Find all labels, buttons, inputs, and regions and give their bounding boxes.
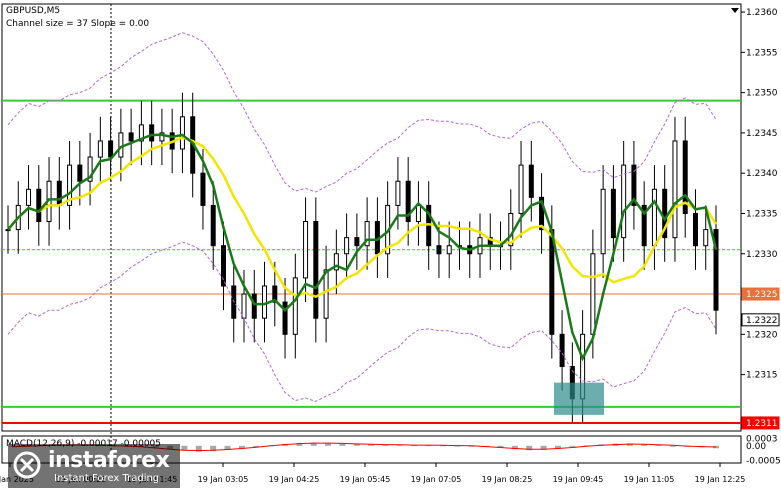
candle-body [703,229,709,247]
instaforex-logo: instaforex Instant Forex Trading [8,444,180,488]
candle-body [313,221,319,319]
candle-body [415,204,421,223]
candle-body [549,229,555,335]
candle-body [323,269,329,319]
macd-histogram-bar [569,445,576,447]
candle-body [262,285,268,319]
time-tick-label: 19 Jan 12:25 [695,475,746,484]
candle-body [344,237,350,255]
symbol-label: GBPUSD,M5 [6,6,60,16]
indicator-label: Channel size = 37 Slope = 0.00 [6,19,149,29]
price-plot-frame [1,3,742,432]
candle-body [651,188,657,247]
candle-body [97,140,103,158]
price-tick-label: 1.2340 [746,169,778,179]
candle-body [395,180,401,206]
candle-body [108,140,114,158]
candle-body [559,333,565,368]
candle-body [241,293,247,319]
time-tick-label: 19 Jan 11:05 [624,475,675,484]
candle-body [292,277,298,335]
price-tick-label: 1.2315 [746,371,778,381]
candle-body [436,245,442,255]
candle-body [26,188,32,206]
time-tick-label: 19 Jan 07:05 [411,475,462,484]
price-marker-label: 1.2325 [746,290,778,300]
time-tick-label: 19 Jan 09:45 [553,475,604,484]
candle-body [446,245,452,255]
time-tick-label: 19 Jan 08:25 [482,475,533,484]
price-marker: 1.2322 [741,313,780,327]
price-marker: 1.2325 [741,287,780,301]
macd-tick-label: 0.00 [746,442,766,452]
candle-body [303,221,309,279]
candle-body [610,188,616,239]
candle-body [149,124,155,142]
candle-body [200,172,206,206]
logo-mark-icon [13,451,41,479]
candle-body [528,164,534,198]
price-tick-label: 1.2350 [746,89,778,99]
time-tick-label: 19 Jan 05:45 [340,475,391,484]
candle-body [672,140,678,239]
price-marker-label: 1.2322 [746,316,778,326]
price-marker: 1.2311 [741,416,780,430]
candle-body [590,253,596,335]
candle-body [220,245,226,287]
price-tick-label: 1.2360 [746,8,778,18]
price-tick-label: 1.2330 [746,250,778,260]
candle-body [128,132,134,142]
candle-body [354,237,360,247]
logo-name: instaforex [48,448,170,473]
candle-body [621,164,627,239]
candle-body [56,180,62,206]
candle-body [77,164,83,182]
logo-tagline: Instant Forex Trading [54,473,160,484]
candle-body [36,188,42,223]
price-tick-label: 1.2335 [746,209,778,219]
price-tick-label: 1.2355 [746,48,778,58]
candle-body [179,116,185,150]
candle-body [600,188,606,255]
candle-body [692,212,698,247]
highlight-box [554,382,604,415]
time-tick-label: 19 Jan 03:05 [198,475,249,484]
time-tick-label: 19 Jan 04:25 [269,475,320,484]
macd-histogram-bar [669,445,676,447]
candle-body [251,293,257,319]
price-marker-label: 1.2311 [746,419,778,429]
candle-body [518,164,524,214]
candle-body [118,132,124,158]
chart-window: 1.2360 1.2355 1.2350 1.2345 1.2340 1.2335 1.23… [0,0,781,489]
price-chart: 1.2360 1.2355 1.2350 1.2345 1.2340 1.2335 1.23… [0,3,781,484]
price-tick-label: 1.2320 [746,330,778,340]
candle-body [210,204,216,247]
macd-tick-label: -0.00059 [746,456,781,466]
price-tick-label: 1.2345 [746,129,778,139]
candle-body [282,301,288,335]
